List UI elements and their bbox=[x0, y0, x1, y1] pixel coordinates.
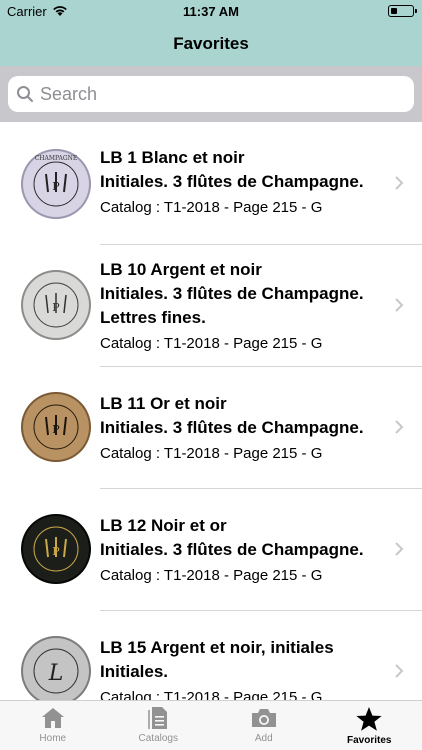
item-title: LB 12 Noir et or bbox=[100, 516, 227, 535]
tab-home[interactable]: Home bbox=[0, 701, 106, 750]
chevron-right-icon bbox=[395, 420, 404, 434]
tab-bar: Home Catalogs Add Favorites bbox=[0, 700, 422, 750]
chevron-right-icon bbox=[395, 176, 404, 190]
navigation-bar: Favorites bbox=[0, 22, 422, 66]
item-description: Initiales. 3 flûtes de Champagne. bbox=[100, 418, 364, 437]
tab-catalogs[interactable]: Catalogs bbox=[106, 701, 212, 750]
list-item[interactable]: P LB 12 Noir et or Initiales. 3 flûtes d… bbox=[0, 489, 422, 611]
home-icon bbox=[41, 708, 64, 728]
item-description: Initiales. 3 flûtes de Champagne. bbox=[100, 540, 364, 559]
tab-label: Home bbox=[39, 733, 67, 744]
tab-label: Add bbox=[254, 733, 273, 744]
list-item[interactable]: P CHAMPAGNE LB 1 Blanc et noir Initiales… bbox=[0, 122, 422, 244]
item-catalog: Catalog : T1-2018 - Page 215 - G bbox=[100, 689, 323, 700]
tab-favorites[interactable]: Favorites bbox=[317, 701, 422, 750]
champagne-cap-image: L bbox=[21, 636, 91, 700]
item-catalog: Catalog : T1-2018 - Page 215 - G bbox=[100, 199, 323, 216]
status-bar: Carrier 11:37 AM bbox=[0, 0, 422, 22]
champagne-cap-image: P CHAMPAGNE bbox=[21, 149, 91, 219]
item-catalog: Catalog : T1-2018 - Page 215 - G bbox=[100, 567, 323, 584]
tab-label: Catalogs bbox=[138, 733, 178, 744]
item-title: LB 10 Argent et noir bbox=[100, 260, 262, 279]
item-title: LB 15 Argent et noir, initiales bbox=[100, 638, 334, 657]
search-icon bbox=[17, 86, 33, 102]
catalog-icon bbox=[148, 707, 168, 729]
item-title: LB 11 Or et noir bbox=[100, 394, 227, 413]
svg-text:L: L bbox=[48, 661, 64, 686]
svg-text:P: P bbox=[52, 180, 60, 193]
tab-add[interactable]: Add bbox=[211, 701, 317, 750]
star-icon bbox=[356, 707, 382, 731]
item-description: Initiales. 3 flûtes de Champagne. bbox=[100, 172, 364, 191]
battery-icon bbox=[388, 5, 417, 17]
search-input[interactable] bbox=[40, 83, 400, 105]
search-box[interactable] bbox=[8, 76, 414, 112]
item-catalog: Catalog : T1-2018 - Page 215 - G bbox=[100, 335, 323, 352]
chevron-right-icon bbox=[395, 542, 404, 556]
chevron-right-icon bbox=[395, 664, 404, 678]
champagne-cap-image: P bbox=[21, 514, 91, 584]
list-item[interactable]: P LB 11 Or et noir Initiales. 3 flûtes d… bbox=[0, 367, 422, 489]
page-title: Favorites bbox=[173, 34, 249, 53]
svg-text:CHAMPAGNE: CHAMPAGNE bbox=[35, 155, 78, 162]
search-bar bbox=[0, 66, 422, 122]
tab-label: Favorites bbox=[347, 735, 392, 746]
favorites-list: P CHAMPAGNE LB 1 Blanc et noir Initiales… bbox=[0, 122, 422, 700]
champagne-cap-image: P bbox=[21, 392, 91, 462]
item-title: LB 1 Blanc et noir bbox=[100, 148, 245, 167]
item-description: Initiales. bbox=[100, 662, 169, 681]
list-item[interactable]: P LB 10 Argent et noir Initiales. 3 flût… bbox=[0, 245, 422, 367]
champagne-cap-image: P bbox=[21, 270, 91, 340]
svg-text:P: P bbox=[52, 545, 60, 558]
item-description: Initiales. 3 flûtes de Champagne. Lettre… bbox=[100, 284, 364, 327]
list-item[interactable]: L LB 15 Argent et noir, initiales Initia… bbox=[0, 611, 422, 700]
item-catalog: Catalog : T1-2018 - Page 215 - G bbox=[100, 445, 323, 462]
camera-icon bbox=[251, 709, 276, 727]
svg-text:P: P bbox=[52, 301, 60, 314]
svg-text:P: P bbox=[52, 423, 60, 436]
chevron-right-icon bbox=[395, 298, 404, 312]
status-time: 11:37 AM bbox=[183, 3, 239, 19]
